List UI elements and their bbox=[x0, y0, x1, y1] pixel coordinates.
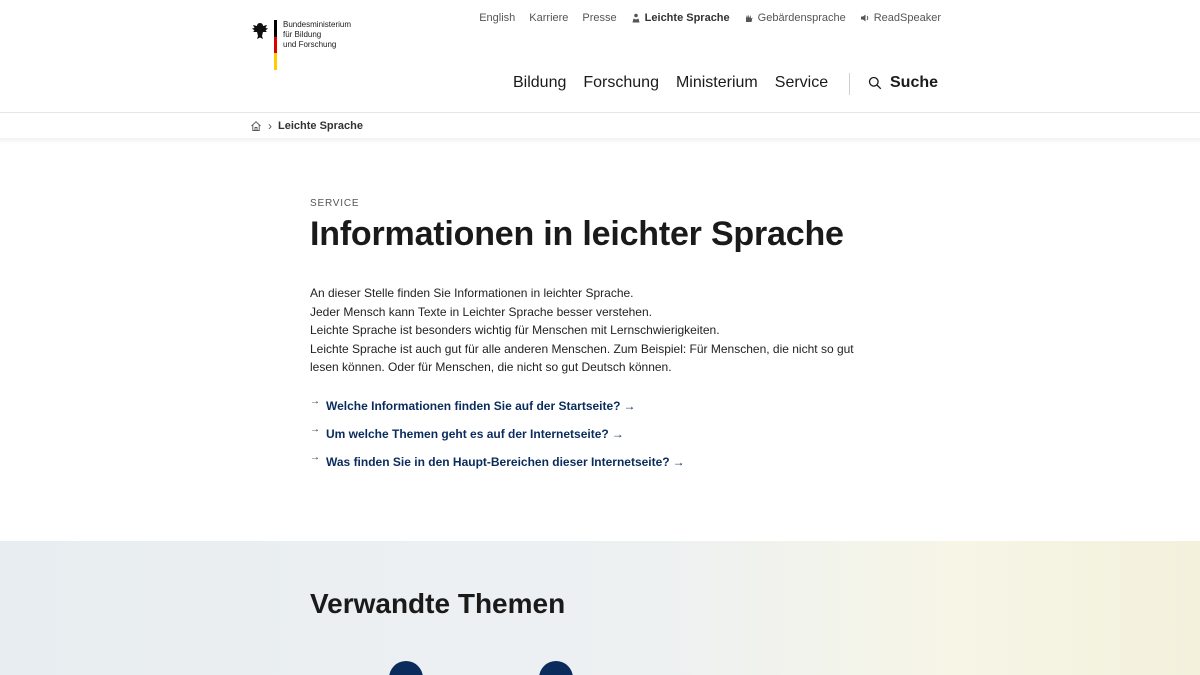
intro-paragraph: Leichte Sprache ist auch gut für alle an… bbox=[310, 341, 854, 375]
nav-item-bildung[interactable]: Bildung bbox=[513, 74, 566, 92]
intro-paragraph: An dieser Stelle finden Sie Informatione… bbox=[310, 286, 634, 300]
arrow-icon: → bbox=[310, 451, 320, 463]
nav-item-forschung[interactable]: Forschung bbox=[583, 74, 659, 92]
meta-link-readspeaker[interactable]: ReadSpeaker bbox=[860, 12, 941, 24]
search-button[interactable]: Suche bbox=[868, 74, 938, 92]
site-header: Bundesministerium für Bildung und Forsch… bbox=[0, 0, 1200, 113]
anchor-link-label: Welche Informationen finden Sie auf der … bbox=[326, 398, 621, 413]
logo-line: und Forschung bbox=[283, 40, 337, 49]
main-navigation: Bildung Forschung Ministerium Service bbox=[513, 74, 828, 92]
anchor-links: → Welche Informationen finden Sie auf de… bbox=[310, 395, 870, 469]
nav-item-service[interactable]: Service bbox=[775, 74, 828, 92]
meta-link-leichte-sprache[interactable]: Leichte Sprache bbox=[631, 12, 730, 24]
page-title: Informationen in leichter Sprache bbox=[310, 215, 844, 253]
easy-language-icon bbox=[632, 13, 640, 23]
nav-item-ministerium[interactable]: Ministerium bbox=[676, 74, 758, 92]
anchor-link-haupt-bereiche[interactable]: → Was finden Sie in den Haupt-Bereichen … bbox=[310, 451, 870, 469]
logo-line: Bundesministerium bbox=[283, 20, 352, 29]
arrow-right-icon: → bbox=[623, 398, 636, 413]
breadcrumb-current: Leichte Sprache bbox=[278, 120, 363, 132]
related-topics-title: Verwandte Themen bbox=[310, 588, 566, 619]
arrow-icon: → bbox=[310, 395, 320, 407]
breadcrumb: › Leichte Sprache bbox=[250, 119, 363, 133]
meta-navigation: English Karriere Presse Leichte Sprache … bbox=[479, 12, 941, 24]
meta-link-label: Presse bbox=[582, 12, 617, 24]
related-topics-section: Verwandte Themen bbox=[0, 541, 1200, 675]
meta-link-presse[interactable]: Presse bbox=[582, 12, 616, 24]
meta-link-label: ReadSpeaker bbox=[873, 12, 941, 24]
speaker-icon bbox=[860, 14, 868, 22]
intro-paragraph: Leichte Sprache ist besonders wichtig fü… bbox=[310, 323, 720, 337]
search-icon bbox=[868, 76, 882, 90]
logo-text: Bundesministerium für Bildung und Forsch… bbox=[283, 20, 351, 50]
anchor-link-startseite[interactable]: → Welche Informationen finden Sie auf de… bbox=[310, 395, 870, 413]
anchor-link-label: Um welche Themen geht es auf der Interne… bbox=[326, 426, 609, 441]
arrow-right-icon: → bbox=[672, 454, 685, 469]
anchor-link-themen[interactable]: → Um welche Themen geht es auf der Inter… bbox=[310, 423, 870, 441]
breadcrumb-shadow bbox=[0, 138, 1200, 144]
meta-link-gebaerdensprache[interactable]: Gebärdensprache bbox=[744, 12, 846, 24]
meta-link-label: Gebärdensprache bbox=[757, 12, 846, 24]
topic-icon-circle[interactable] bbox=[389, 661, 423, 675]
search-label: Suche bbox=[890, 74, 939, 91]
breadcrumb-separator: › bbox=[268, 119, 272, 133]
home-icon[interactable] bbox=[250, 120, 262, 132]
meta-link-karriere[interactable]: Karriere bbox=[529, 12, 568, 24]
arrow-right-icon: → bbox=[611, 426, 624, 441]
meta-link-english[interactable]: English bbox=[479, 12, 515, 24]
sign-language-icon bbox=[745, 14, 753, 22]
flag-bar bbox=[274, 20, 277, 71]
meta-link-label: Leichte Sprache bbox=[644, 12, 730, 24]
logo-line: für Bildung bbox=[283, 30, 322, 39]
intro-text: An dieser Stelle finden Sie Informatione… bbox=[310, 284, 870, 377]
anchor-link-label: Was finden Sie in den Haupt-Bereichen di… bbox=[326, 454, 670, 469]
meta-link-label: English bbox=[479, 12, 516, 24]
main-content: SERVICE Informationen in leichter Sprach… bbox=[310, 198, 870, 483]
meta-link-label: Karriere bbox=[529, 12, 569, 24]
page-kicker: SERVICE bbox=[310, 198, 360, 209]
intro-paragraph: Jeder Mensch kann Texte in Leichter Spra… bbox=[310, 304, 652, 319]
nav-divider bbox=[849, 73, 850, 95]
federal-eagle-icon bbox=[252, 23, 268, 39]
arrow-icon: → bbox=[310, 423, 320, 435]
ministry-logo[interactable]: Bundesministerium für Bildung und Forsch… bbox=[250, 20, 351, 71]
topic-icon-circle[interactable] bbox=[539, 661, 573, 675]
